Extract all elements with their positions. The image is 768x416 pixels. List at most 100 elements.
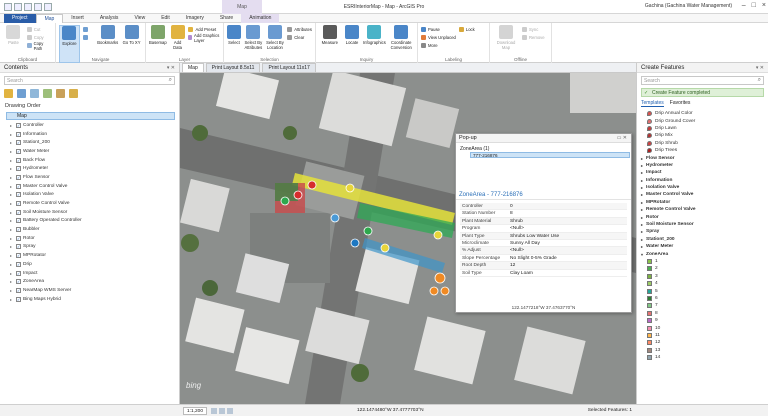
- drip-template-item[interactable]: Drip Shrub: [641, 140, 764, 147]
- visibility-checkbox[interactable]: ✓: [16, 287, 21, 293]
- template-group-header[interactable]: ▸ Rotor: [641, 213, 764, 220]
- tab-imagery[interactable]: Imagery: [178, 14, 212, 23]
- visibility-checkbox[interactable]: ✓: [16, 261, 21, 267]
- zonearea-template-item[interactable]: 4: [641, 280, 764, 287]
- open-project-icon[interactable]: [14, 2, 22, 11]
- template-group-header[interactable]: ▸ Impact: [641, 169, 764, 176]
- snapping-icon[interactable]: [219, 407, 226, 414]
- view-unplaced-button[interactable]: View Unplaced: [421, 34, 456, 41]
- zonearea-template-item[interactable]: 7: [641, 302, 764, 309]
- quick-access-toolbar[interactable]: [0, 2, 52, 11]
- visibility-checkbox[interactable]: ✓: [16, 296, 21, 302]
- zonearea-template-item[interactable]: 11: [641, 332, 764, 339]
- remove-button[interactable]: Remove: [522, 34, 545, 41]
- data-source-icon[interactable]: [17, 89, 26, 98]
- refresh-icon[interactable]: [227, 407, 234, 414]
- tab-analysis[interactable]: Analysis: [92, 14, 127, 23]
- undo-icon[interactable]: [34, 2, 42, 11]
- visibility-checkbox[interactable]: ✓: [16, 227, 21, 233]
- template-group-header[interactable]: ▸ Water Meter: [641, 243, 764, 250]
- expand-arrow-icon[interactable]: ▸: [10, 132, 14, 137]
- layer-item[interactable]: ▸ ✓ Bubbler: [10, 225, 179, 234]
- layer-item[interactable]: ▸ ✓ Spray: [10, 243, 179, 252]
- visibility-checkbox[interactable]: ✓: [16, 131, 21, 137]
- selected-features-count[interactable]: Selected Features: 1: [588, 408, 632, 413]
- zonearea-template-item[interactable]: 13: [641, 347, 764, 354]
- layer-item[interactable]: ▸ ✓ Water Meter: [10, 147, 179, 156]
- zonearea-template-item[interactable]: 2: [641, 265, 764, 272]
- visibility-checkbox[interactable]: ✓: [16, 253, 21, 259]
- clear-button[interactable]: Clear: [287, 34, 312, 41]
- sync-button[interactable]: Sync: [522, 26, 545, 33]
- popup-tree-item[interactable]: 777-216876: [470, 152, 630, 158]
- zonearea-template-item[interactable]: 5: [641, 287, 764, 294]
- tab-layout-11x17[interactable]: Print Layout 11x17: [262, 63, 316, 72]
- drip-template-item[interactable]: Drip Lawn: [641, 125, 764, 132]
- user-name[interactable]: Gachina (Gachina Water Management): [645, 3, 732, 9]
- expand-arrow-icon[interactable]: ▸: [10, 149, 14, 154]
- layer-item[interactable]: ▸ ✓ Information: [10, 130, 179, 139]
- more-button[interactable]: More: [421, 42, 456, 49]
- template-group-header[interactable]: ▸ Soil Moisture Sensor: [641, 221, 764, 228]
- expand-arrow-icon[interactable]: ▸: [10, 262, 14, 267]
- zonearea-template-item[interactable]: 12: [641, 339, 764, 346]
- expand-arrow-icon[interactable]: ▸: [10, 201, 14, 206]
- cut-button[interactable]: Cut: [26, 26, 52, 33]
- expand-arrow-icon[interactable]: ▸: [10, 253, 14, 258]
- expand-arrow-icon[interactable]: ▸: [10, 158, 14, 163]
- tab-edit[interactable]: Edit: [153, 14, 178, 23]
- template-group-header[interactable]: ▸ Stationt_200: [641, 236, 764, 243]
- labeling-list-icon[interactable]: [69, 89, 78, 98]
- drip-template-item[interactable]: Drip Annual Color: [641, 110, 764, 117]
- grid-icon[interactable]: [211, 407, 218, 414]
- expand-arrow-icon[interactable]: ▸: [10, 244, 14, 249]
- expand-arrow-icon[interactable]: ▸: [641, 192, 643, 197]
- layer-item[interactable]: ▸ ✓ Bing Maps Hybrid: [10, 295, 179, 304]
- pause-button[interactable]: Pause: [421, 26, 456, 33]
- tab-view[interactable]: View: [126, 14, 153, 23]
- template-group-header[interactable]: ▾ ZoneArea: [641, 250, 764, 257]
- expand-arrow-icon[interactable]: ▸: [10, 123, 14, 128]
- template-group-header[interactable]: ▸ Remote Control Valve: [641, 206, 764, 213]
- zonearea-template-item[interactable]: 9: [641, 317, 764, 324]
- layer-item[interactable]: ▸ ✓ Flow Sensor: [10, 173, 179, 182]
- add-graphics-layer-button[interactable]: Add Graphics Layer: [188, 33, 220, 43]
- visibility-checkbox[interactable]: ✓: [16, 218, 21, 224]
- editing-list-icon[interactable]: [43, 89, 52, 98]
- expand-arrow-icon[interactable]: ▸: [10, 297, 14, 302]
- expand-arrow-icon[interactable]: ▸: [10, 192, 14, 197]
- expand-arrow-icon[interactable]: ▸: [10, 166, 14, 171]
- visibility-checkbox[interactable]: ✓: [16, 122, 21, 128]
- tab-share[interactable]: Share: [212, 14, 241, 23]
- visibility-checkbox[interactable]: ✓: [16, 174, 21, 180]
- template-group-header[interactable]: ▸ Information: [641, 177, 764, 184]
- expand-arrow-icon[interactable]: ▸: [641, 207, 643, 212]
- visibility-checkbox[interactable]: ✓: [16, 235, 21, 241]
- tab-map-view[interactable]: Map: [182, 63, 204, 72]
- visibility-checkbox[interactable]: ✓: [16, 183, 21, 189]
- layer-item[interactable]: ▸ ✓ Isolation Valve: [10, 191, 179, 200]
- drip-template-item[interactable]: Drip Mix: [641, 132, 764, 139]
- template-group-header[interactable]: ▸ Isolation Valve: [641, 184, 764, 191]
- visibility-checkbox[interactable]: ✓: [16, 140, 21, 146]
- layer-item[interactable]: ▸ ✓ Battery Operated Controller: [10, 217, 179, 226]
- layer-item[interactable]: ▸ ✓ Master Control Valve: [10, 182, 179, 191]
- snapping-list-icon[interactable]: [56, 89, 65, 98]
- zoom-full-button[interactable]: [82, 26, 94, 33]
- layer-item[interactable]: ▸ ✓ Stationt_200: [10, 138, 179, 147]
- contents-search-input[interactable]: Search ⌕: [4, 76, 175, 85]
- drip-template-item[interactable]: Drip Trees: [641, 147, 764, 154]
- expand-arrow-icon[interactable]: ▸: [641, 215, 643, 220]
- expand-arrow-icon[interactable]: ▸: [641, 156, 643, 161]
- visibility-checkbox[interactable]: ✓: [16, 209, 21, 215]
- drip-template-item[interactable]: Drip Ground Cover: [641, 117, 764, 124]
- tab-map[interactable]: Map: [35, 13, 64, 23]
- template-group-header[interactable]: ▸ Flow Sensor: [641, 154, 764, 161]
- copy-path-button[interactable]: Copy Path: [26, 41, 52, 51]
- drawing-order-icon[interactable]: [4, 89, 13, 98]
- redo-icon[interactable]: [44, 2, 52, 11]
- zonearea-template-item[interactable]: 3: [641, 273, 764, 280]
- scale-dropdown[interactable]: 1:1,200: [183, 406, 208, 415]
- save-icon[interactable]: [24, 2, 32, 11]
- expand-arrow-icon[interactable]: ▸: [641, 229, 643, 234]
